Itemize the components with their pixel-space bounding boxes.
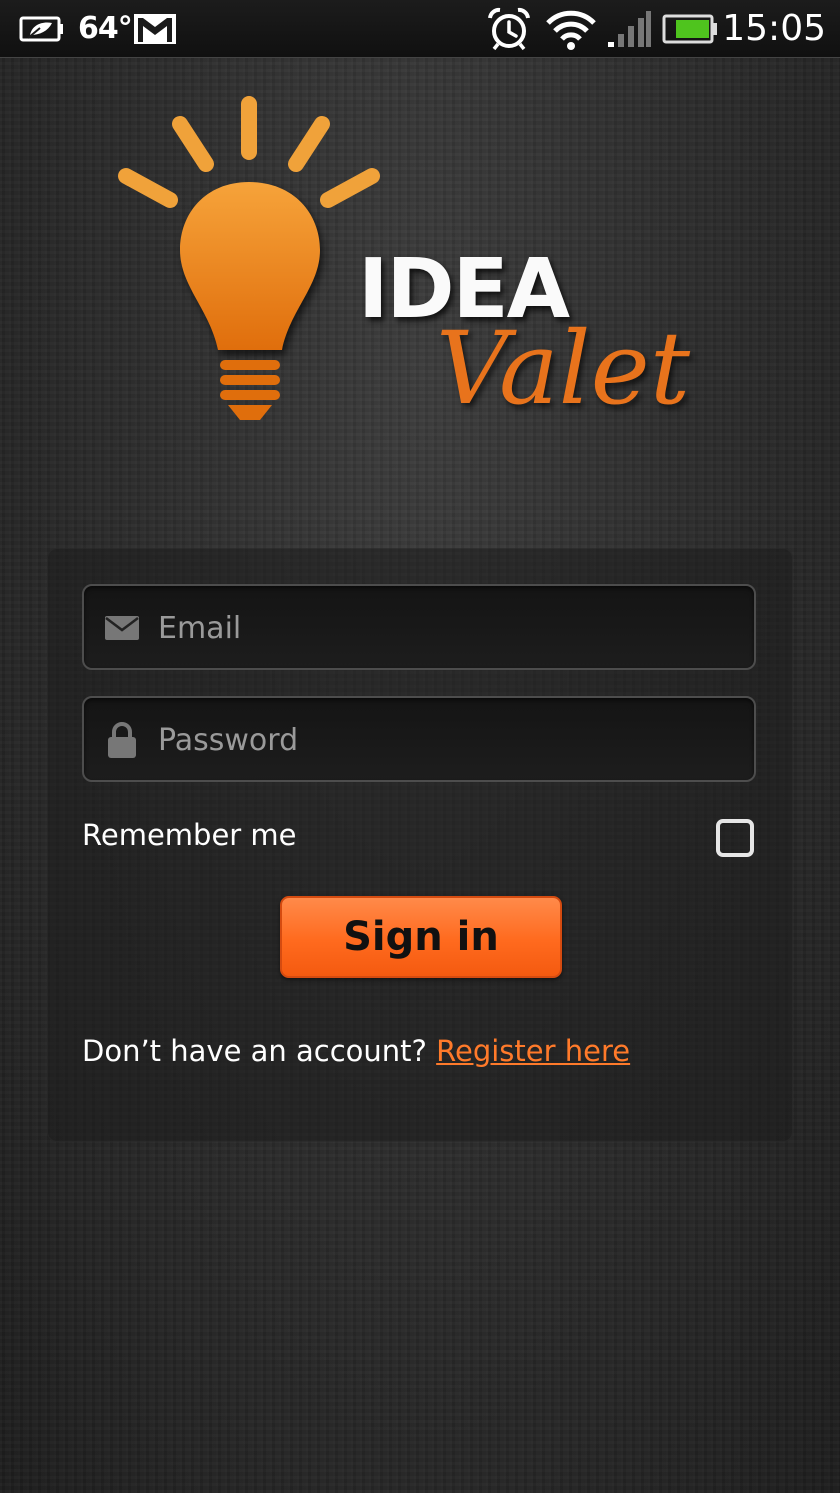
signal-icon	[606, 0, 652, 57]
eco-battery-icon	[18, 0, 66, 57]
password-field[interactable]	[82, 696, 756, 782]
gmail-icon	[132, 0, 178, 57]
battery-icon	[662, 0, 718, 57]
remember-me-checkbox[interactable]	[716, 819, 754, 857]
email-field[interactable]	[82, 584, 756, 670]
register-link[interactable]: Register here	[436, 1034, 630, 1068]
logo-valet-text: Valet	[436, 310, 691, 427]
remember-me-label: Remember me	[82, 818, 297, 852]
lock-icon	[104, 722, 140, 758]
temperature-text: 64°	[78, 11, 133, 46]
login-panel: Remember me Sign in Don’t have an accoun…	[47, 548, 793, 1142]
register-row: Don’t have an account? Register here	[82, 1034, 630, 1068]
mail-icon	[104, 610, 140, 646]
wifi-icon	[545, 0, 597, 57]
password-input[interactable]	[156, 698, 740, 782]
email-input[interactable]	[156, 586, 740, 670]
alarm-icon	[486, 0, 532, 57]
app-logo: IDEA Valet	[110, 90, 730, 440]
status-bar: 64° 15:05	[0, 0, 840, 58]
clock-text: 15:05	[722, 8, 826, 49]
register-prompt: Don’t have an account?	[82, 1034, 427, 1068]
sign-in-button[interactable]: Sign in	[280, 896, 562, 978]
